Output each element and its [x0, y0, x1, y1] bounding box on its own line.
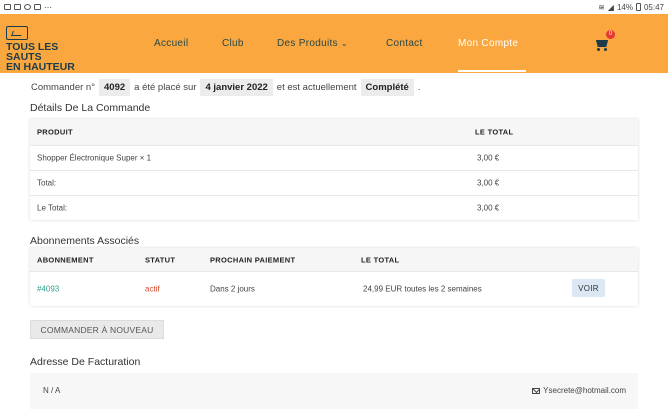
table-row: #4093 actif Dans 2 jours 24,99 EUR toute… [30, 271, 638, 306]
table-row: Le Total: 3,00 € [30, 195, 638, 220]
table-header: ABONNEMENT STATUT PROCHAIN PAIEMENT LE T… [30, 248, 638, 271]
subtotal-value: 3,00 € [477, 178, 500, 188]
col-status: STATUT [145, 255, 176, 264]
billing-email-row: Ysecrete@hotmail.com [532, 386, 626, 395]
billing-address-box: N / A Ysecrete@hotmail.com [30, 373, 638, 409]
status-bar: ⋯ ≋ ◢ 14% 05:47 [0, 0, 668, 14]
site-header: TOUS LES SAUTS EN HAUTEUR Accueil Club D… [0, 14, 668, 73]
cart-count-badge: 0 [606, 30, 615, 39]
chevron-down-icon: ⌄ [340, 39, 348, 48]
billing-title: Adresse De Facturation [30, 356, 141, 368]
col-subscription: ABONNEMENT [37, 255, 94, 264]
view-subscription-button[interactable]: VOIR [572, 279, 605, 297]
order-date: 4 janvier 2022 [200, 78, 273, 96]
table-row: Total: 3,00 € [30, 170, 638, 195]
col-total: LE TOTAL [475, 127, 514, 137]
order-number: 4092 [99, 78, 131, 96]
nav-des-produits-label: Des Produits [277, 38, 338, 49]
order-status-text: et est actuellement [276, 81, 357, 93]
logo-tv-icon [6, 26, 28, 40]
col-product: PRODUIT [37, 127, 73, 137]
battery-icon [635, 3, 641, 11]
table-header: PRODUIT LE TOTAL [30, 119, 638, 145]
order-prefix: Commander n° [31, 81, 95, 93]
gallery-icon [4, 4, 11, 10]
message-icon [34, 4, 41, 10]
active-nav-underline [458, 70, 526, 72]
order-summary: Commander n° 4092 a été placé sur 4 janv… [31, 78, 421, 96]
nav-des-produits[interactable]: Des Produits ⌄ [277, 38, 348, 49]
logo-line-1: TOUS LES SAUTS [6, 41, 59, 63]
product-total: 3,00 € [477, 153, 500, 163]
nav-club[interactable]: Club [222, 38, 244, 49]
next-payment: Dans 2 jours [210, 284, 255, 294]
notification-icon [14, 4, 21, 10]
sync-icon [24, 4, 31, 10]
subscription-status: actif [145, 284, 160, 294]
product-name: Shopper Électronique Super × 1 [37, 153, 152, 163]
cart-icon[interactable] [594, 37, 610, 51]
clock: 05:47 [643, 2, 664, 12]
col-next-payment: PROCHAIN PAIEMENT [210, 255, 296, 264]
order-again-button[interactable]: COMMANDER À NOUVEAU [30, 320, 164, 339]
order-end: . [417, 81, 421, 93]
grand-total-value: 3,00 € [477, 203, 500, 213]
nav-contact[interactable]: Contact [386, 38, 423, 49]
order-details-table: PRODUIT LE TOTAL Shopper Électronique Su… [30, 119, 638, 220]
order-placed-text: a été placé sur [134, 81, 197, 93]
nav-mon-compte[interactable]: Mon Compte [458, 38, 518, 49]
wifi-icon: ≋ [598, 2, 605, 12]
subscription-link[interactable]: #4093 [37, 285, 59, 294]
site-logo[interactable]: TOUS LES SAUTS EN HAUTEUR [6, 26, 96, 72]
battery-percent: 14% [616, 2, 633, 12]
table-row: Shopper Électronique Super × 1 3,00 € [30, 145, 638, 170]
logo-line-2: EN HAUTEUR [6, 61, 75, 73]
subtotal-label: Total: [37, 178, 57, 188]
nav-accueil[interactable]: Accueil [154, 38, 188, 49]
billing-address: N / A [43, 386, 61, 395]
subscription-total: 24,99 EUR toutes les 2 semaines [363, 284, 482, 294]
billing-email: Ysecrete@hotmail.com [543, 386, 626, 395]
subscriptions-table: ABONNEMENT STATUT PROCHAIN PAIEMENT LE T… [30, 248, 638, 306]
mail-icon [532, 387, 541, 394]
grand-total-label: Le Total: [37, 203, 68, 213]
more-notifications: ⋯ [44, 2, 52, 12]
signal-icon: ◢ [607, 2, 614, 12]
subscriptions-title: Abonnements Associés [30, 235, 140, 247]
order-details-title: Détails De La Commande [30, 102, 151, 114]
col-total: LE TOTAL [361, 255, 400, 264]
order-status: Complété [360, 78, 414, 96]
